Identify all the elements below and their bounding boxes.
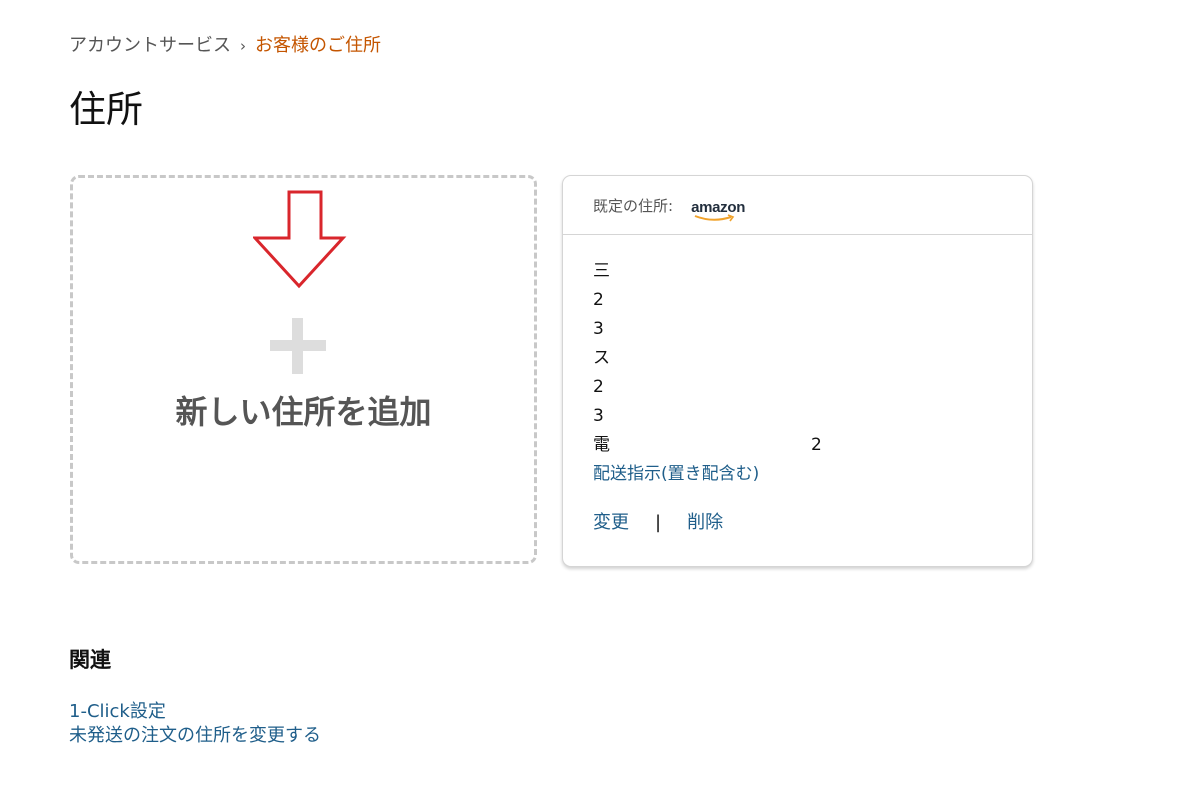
address-line: 2 — [593, 286, 1002, 315]
plus-icon — [270, 318, 326, 374]
default-address-body: 三 2 3 ス 2 3 電2 配送指示(置き配含む) 変更 | 削除 — [563, 235, 1032, 587]
add-address-label: 新しい住所を追加 — [175, 393, 432, 431]
action-separator: | — [655, 512, 662, 533]
edit-address-link[interactable]: 変更 — [593, 510, 629, 536]
page-title: 住所 — [69, 88, 143, 131]
default-address-card: 既定の住所: amazon 三 2 3 ス 2 3 電2 配送指示(置き配含む)… — [562, 175, 1033, 567]
related-heading: 関連 — [69, 648, 111, 672]
breadcrumb-account-services[interactable]: アカウントサービス — [69, 34, 231, 58]
redaction — [633, 344, 1002, 373]
default-address-header: 既定の住所: amazon — [563, 176, 1032, 235]
breadcrumb-separator-icon: › — [240, 37, 246, 55]
address-line: 2 — [593, 373, 1002, 402]
breadcrumb-current: お客様のご住所 — [255, 35, 381, 56]
redaction — [633, 286, 1002, 315]
redaction — [633, 315, 1002, 344]
delivery-instructions-link[interactable]: 配送指示(置き配含む) — [593, 460, 1002, 489]
address-line: 3 — [593, 315, 1002, 344]
delete-address-link[interactable]: 削除 — [687, 510, 723, 536]
page: アカウントサービス › お客様のご住所 住所 新しい住所を追加 既定の住所: a… — [0, 0, 1200, 798]
address-line: 3 — [593, 402, 1002, 431]
related-links: 1-Click設定 未発送の注文の住所を変更する — [69, 700, 321, 748]
breadcrumb: アカウントサービス › お客様のご住所 — [69, 34, 381, 58]
redaction — [633, 257, 1002, 286]
address-actions: 変更 | 削除 — [593, 510, 723, 536]
address-line: 三 — [593, 257, 1002, 286]
default-address-label: 既定の住所: — [593, 196, 674, 215]
add-address-card[interactable]: 新しい住所を追加 — [70, 175, 537, 564]
amazon-logo: amazon — [691, 199, 745, 221]
one-click-settings-link[interactable]: 1-Click設定 — [69, 700, 321, 724]
phone-suffix: 2 — [811, 435, 822, 455]
amazon-smile-icon — [694, 213, 735, 221]
phone-line: 電2 — [593, 431, 1002, 460]
address-line: ス — [593, 344, 1002, 373]
redaction — [633, 373, 1002, 402]
redaction — [633, 402, 1002, 431]
red-down-arrow-icon — [253, 190, 347, 289]
change-unshipped-order-address-link[interactable]: 未発送の注文の住所を変更する — [69, 724, 321, 748]
redaction — [633, 431, 838, 460]
